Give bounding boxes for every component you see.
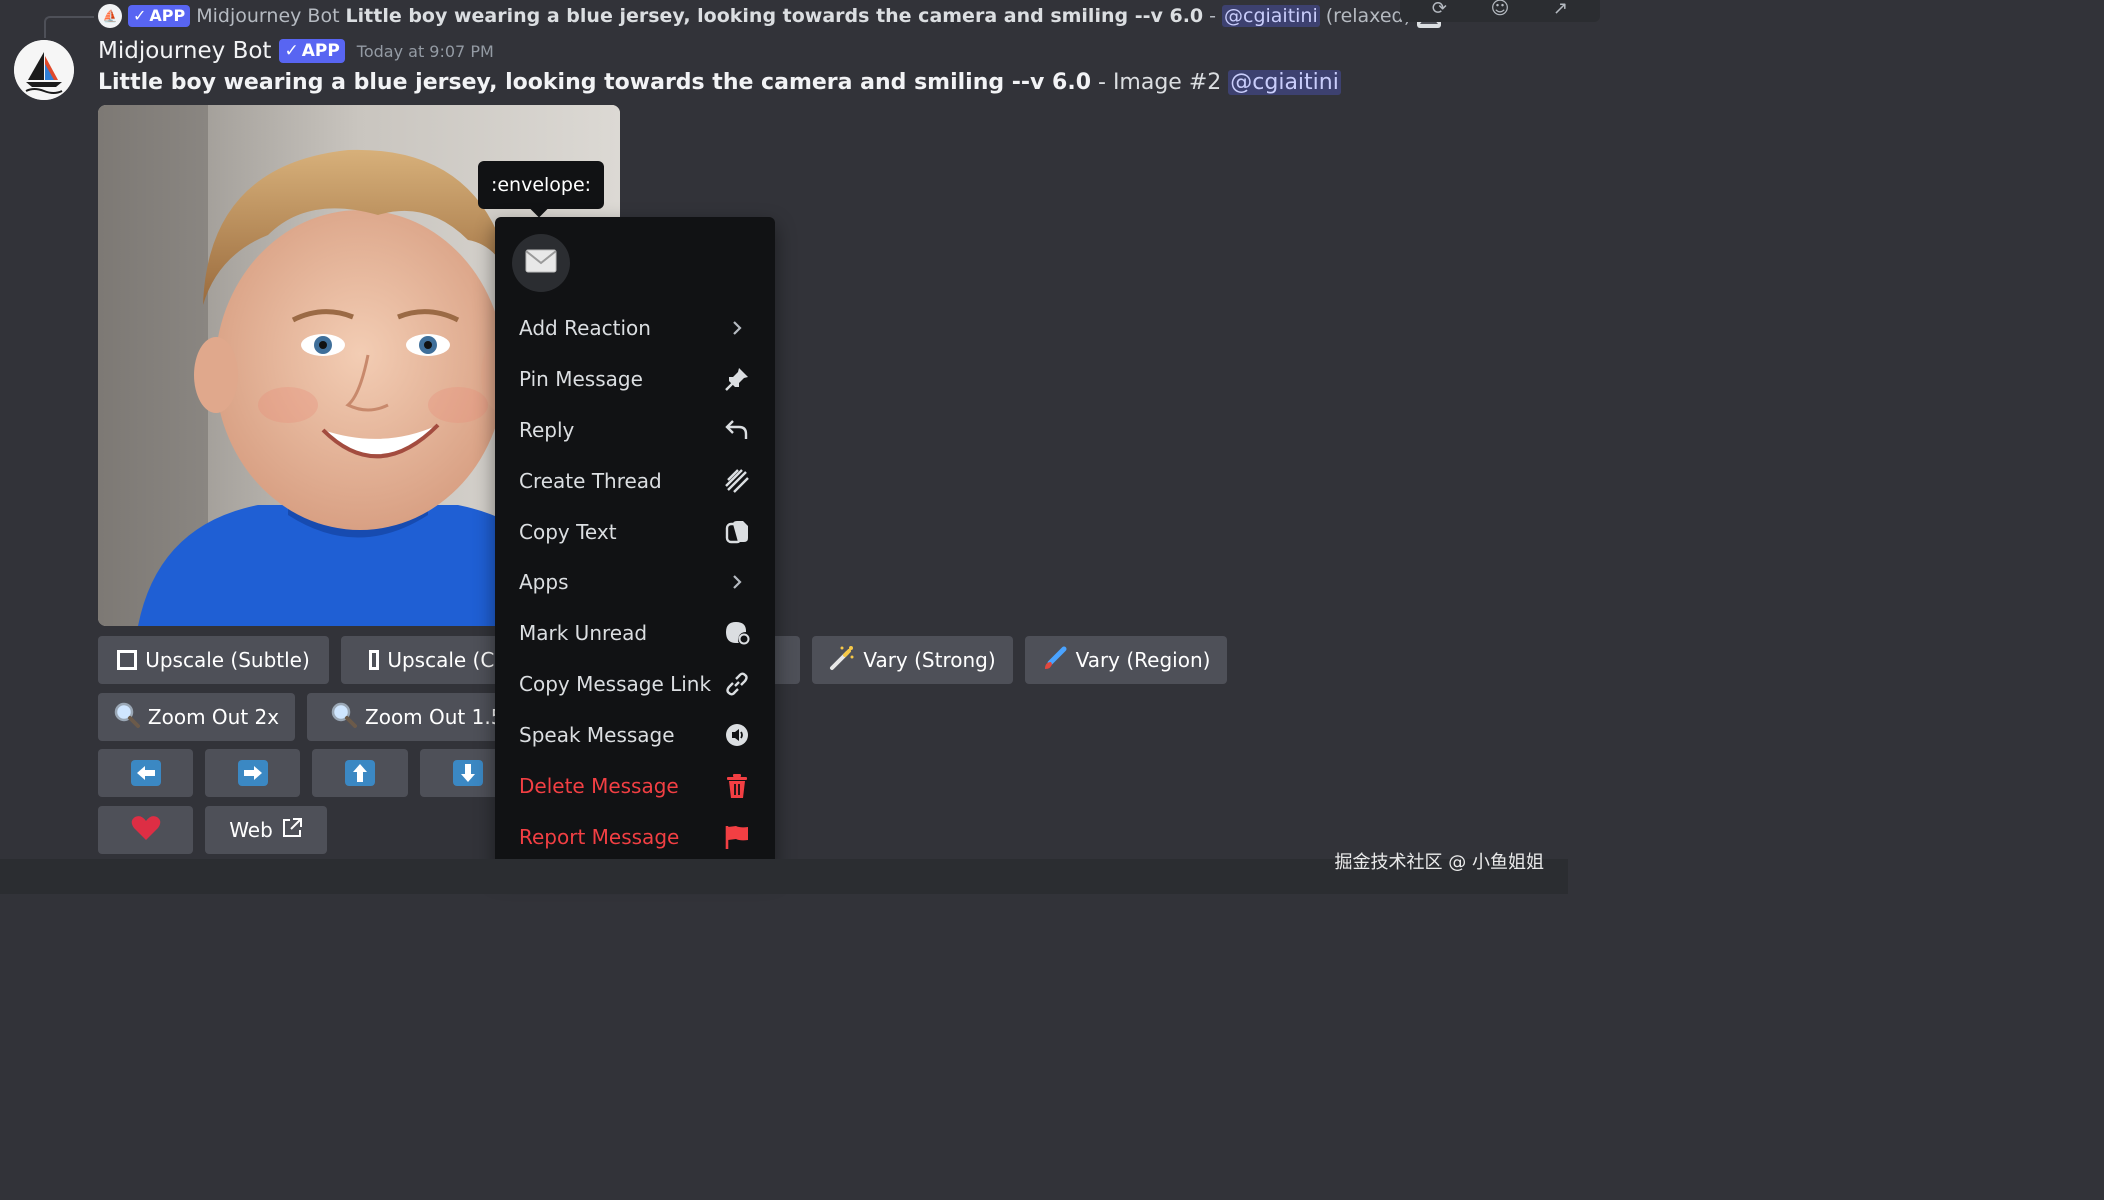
arrow-up-icon — [345, 760, 375, 786]
menu-item-speak-message[interactable]: Speak Message — [503, 713, 767, 757]
arrow-right-icon — [237, 760, 268, 786]
chevron-right-icon — [723, 568, 751, 596]
heart-icon — [131, 815, 161, 846]
reply-arrow-icon — [723, 416, 751, 444]
app-tag: ✓ APP — [279, 39, 345, 63]
magnifier-icon — [114, 702, 140, 733]
upscale-subtle-button[interactable]: Upscale (Subtle) — [98, 636, 329, 684]
zoom-out-1-5x-button[interactable]: Zoom Out 1.5x — [307, 693, 517, 741]
arrow-down-icon — [452, 760, 483, 786]
vary-strong-button[interactable]: Vary (Strong) — [812, 636, 1013, 684]
reply-connector-line — [44, 16, 94, 38]
message-toolbar: ⟳ ☺ ↗ — [1400, 0, 1600, 22]
trash-icon — [723, 772, 751, 800]
chevron-right-icon — [723, 314, 751, 342]
reply-mode: (relaxed) — [1325, 5, 1412, 27]
menu-item-copy-message-link[interactable]: Copy Message Link — [503, 662, 767, 706]
favorite-button[interactable] — [98, 806, 193, 854]
reply-author-avatar[interactable]: ⛵ — [98, 4, 122, 28]
expand-icon — [369, 650, 380, 670]
pin-icon — [723, 365, 751, 393]
forward-icon[interactable]: ↗ — [1553, 0, 1568, 19]
menu-item-create-thread[interactable]: Create Thread — [503, 459, 767, 503]
copy-icon — [723, 518, 751, 546]
arrow-left-icon — [130, 760, 161, 786]
image-label: - Image #2 — [1091, 70, 1229, 95]
envelope-icon — [525, 249, 557, 277]
watermark: 掘金技术社区 @ 小鱼姐姐 — [1334, 852, 1544, 873]
speak-icon — [723, 721, 751, 749]
reply-prompt[interactable]: Little boy wearing a blue jersey, lookin… — [346, 5, 1204, 27]
quick-reaction-envelope[interactable] — [512, 234, 570, 292]
emoji-tooltip: :envelope: — [478, 161, 604, 209]
avatar[interactable] — [14, 40, 74, 100]
check-icon: ✓ — [133, 6, 147, 25]
mention[interactable]: @cgiaitini — [1228, 70, 1341, 95]
menu-item-add-reaction[interactable]: Add Reaction — [503, 306, 767, 350]
flag-icon — [723, 823, 751, 851]
mark-unread-icon — [723, 619, 751, 647]
thread-icon — [723, 467, 751, 495]
refresh-icon[interactable]: ⟳ — [1432, 0, 1447, 19]
menu-item-pin-message[interactable]: Pin Message — [503, 357, 767, 401]
menu-item-mark-unread[interactable]: Mark Unread — [503, 611, 767, 655]
username[interactable]: Midjourney Bot — [98, 38, 271, 64]
zoom-out-2x-button[interactable]: Zoom Out 2x — [98, 693, 295, 741]
menu-item-apps[interactable]: Apps — [503, 560, 767, 604]
timestamp[interactable]: Today at 9:07 PM — [357, 42, 494, 61]
web-button[interactable]: Web — [205, 806, 327, 854]
message-header: Midjourney Bot ✓ APP Today at 9:07 PM — [98, 38, 494, 64]
reply-reference[interactable]: ⛵ ✓ APP Midjourney Bot Little boy wearing… — [98, 2, 1442, 30]
check-icon: ✓ — [284, 41, 299, 61]
pan-right-button[interactable] — [205, 749, 300, 797]
reaction-icon[interactable]: ☺ — [1491, 0, 1510, 19]
menu-item-reply[interactable]: Reply — [503, 408, 767, 452]
link-icon — [723, 670, 751, 698]
magic-wand-icon — [829, 645, 855, 676]
external-link-icon — [281, 817, 303, 844]
expand-icon — [117, 650, 138, 670]
pan-up-button[interactable] — [312, 749, 408, 797]
reply-app-tag: ✓ APP — [128, 5, 191, 27]
reply-mention[interactable]: @cgiaitini — [1222, 5, 1320, 27]
composer-bar — [0, 859, 1568, 894]
context-menu: Add Reaction Pin Message Reply Create Th… — [495, 217, 775, 871]
magnifier-icon — [331, 702, 357, 733]
message-content: Little boy wearing a blue jersey, lookin… — [98, 70, 1341, 95]
paintbrush-icon — [1042, 645, 1068, 676]
pan-left-button[interactable] — [98, 749, 193, 797]
menu-item-copy-text[interactable]: Copy Text — [503, 510, 767, 554]
reply-author[interactable]: Midjourney Bot — [196, 5, 339, 27]
menu-item-delete-message[interactable]: Delete Message — [503, 764, 767, 808]
reply-separator: - — [1209, 5, 1216, 27]
prompt-text: Little boy wearing a blue jersey, lookin… — [98, 70, 1092, 95]
menu-item-report-message[interactable]: Report Message — [503, 815, 767, 859]
vary-region-button[interactable]: Vary (Region) — [1025, 636, 1227, 684]
